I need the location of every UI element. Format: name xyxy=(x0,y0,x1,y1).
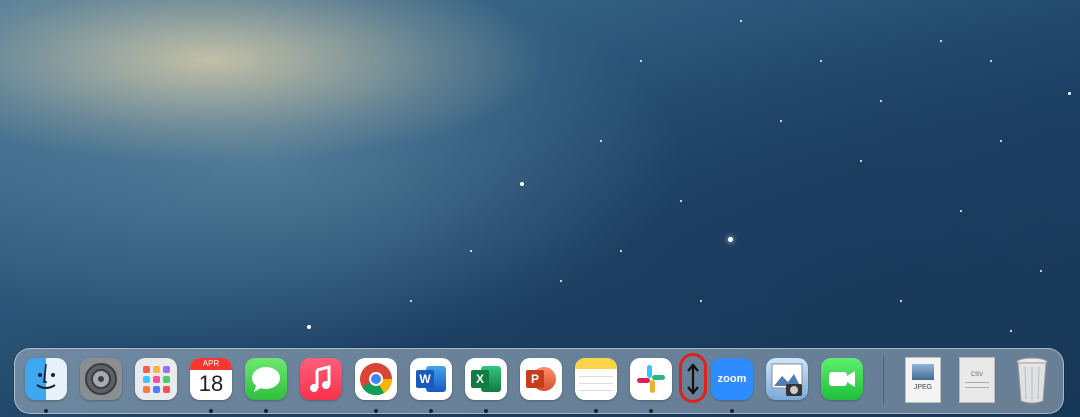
running-indicator xyxy=(484,409,488,413)
csv-file-label: CSV xyxy=(970,372,984,378)
music-icon[interactable] xyxy=(300,358,342,400)
word-letter: W xyxy=(416,370,434,388)
slack-icon[interactable] xyxy=(630,358,672,400)
running-indicator xyxy=(44,409,48,413)
word-icon[interactable]: W xyxy=(410,358,452,400)
finder-icon[interactable] xyxy=(25,358,67,400)
chrome-icon[interactable] xyxy=(355,358,397,400)
dock: APR 18 W X P zoom JPEG CSV xyxy=(14,348,1064,414)
excel-icon[interactable]: X xyxy=(465,358,507,400)
dock-separator xyxy=(883,357,884,403)
excel-letter: X xyxy=(471,370,489,388)
jpeg-file-label: JPEG xyxy=(913,384,933,391)
facetime-icon[interactable] xyxy=(821,358,863,400)
zoom-label: zoom xyxy=(717,373,747,385)
notes-icon[interactable] xyxy=(575,358,617,400)
zoom-icon[interactable]: zoom xyxy=(711,358,753,400)
running-indicator xyxy=(429,409,433,413)
running-indicator xyxy=(730,409,734,413)
powerpoint-icon[interactable]: P xyxy=(520,358,562,400)
calendar-icon[interactable]: APR 18 xyxy=(190,358,232,400)
powerpoint-letter: P xyxy=(526,370,544,388)
launchpad-icon[interactable] xyxy=(135,358,177,400)
messages-icon[interactable] xyxy=(245,358,287,400)
running-indicator xyxy=(209,409,213,413)
highlight-circle xyxy=(679,353,707,403)
calendar-day: 18 xyxy=(198,371,224,396)
preview-icon[interactable] xyxy=(766,358,808,400)
running-indicator xyxy=(264,409,268,413)
jpeg-file-icon[interactable]: JPEG xyxy=(905,357,941,403)
running-indicator xyxy=(374,409,378,413)
calendar-month: APR xyxy=(190,358,232,370)
trash-icon[interactable] xyxy=(1013,355,1051,405)
gear-icon[interactable] xyxy=(80,358,122,400)
running-indicator xyxy=(594,409,598,413)
csv-file-icon[interactable]: CSV xyxy=(959,357,995,403)
running-indicator xyxy=(649,409,653,413)
